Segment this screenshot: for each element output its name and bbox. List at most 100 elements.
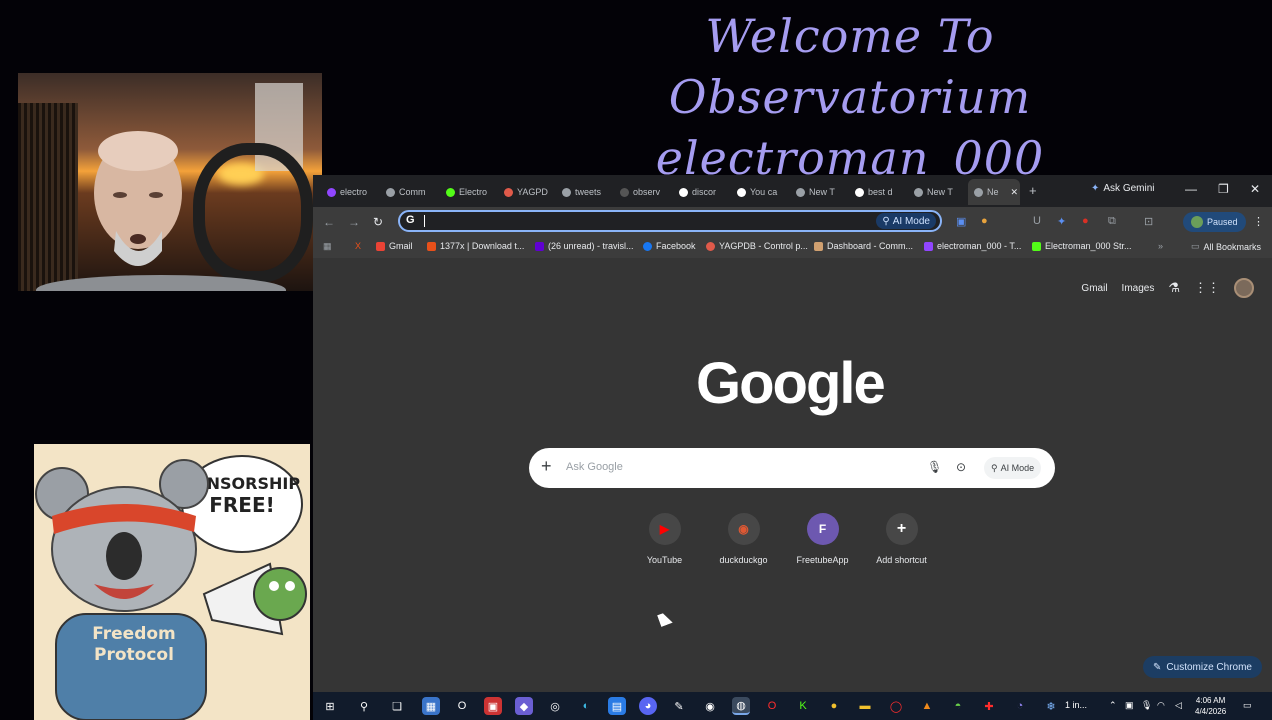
media-app-icon[interactable]: ▣ bbox=[484, 697, 502, 715]
customize-chrome-button[interactable]: ✎ Customize Chrome bbox=[1143, 656, 1262, 678]
task-view-icon[interactable]: ❏ bbox=[388, 697, 406, 715]
bookmarks-overflow-icon[interactable]: » bbox=[1158, 241, 1163, 251]
add-attachment-icon[interactable]: + bbox=[541, 456, 552, 477]
extensions-puzzle-icon[interactable]: ⧉ bbox=[1108, 215, 1116, 228]
chrome-taskbar-icon[interactable]: ◍ bbox=[732, 697, 750, 715]
bookmark-x[interactable]: X bbox=[355, 241, 361, 251]
omnibox-ai-mode-button[interactable]: ⚲ AI Mode bbox=[876, 213, 936, 229]
bookmark-yahoo-mail[interactable]: (26 unread) - travisl... bbox=[535, 241, 634, 251]
obs-icon[interactable]: ◉ bbox=[701, 697, 719, 715]
bookmark-1377x[interactable]: 1377x | Download t... bbox=[427, 241, 524, 251]
opera-alt-icon[interactable]: ◯ bbox=[887, 697, 905, 715]
extension-orange-icon[interactable]: ● bbox=[981, 215, 988, 227]
search-box[interactable]: + Ask Google 🎙 ⊙ ⚲ AI Mode bbox=[529, 448, 1055, 488]
apps-grid-icon[interactable]: ▦ bbox=[323, 241, 332, 252]
copilot-icon[interactable]: ◆ bbox=[515, 697, 533, 715]
bookmark-dashboard[interactable]: Dashboard - Comm... bbox=[814, 241, 913, 251]
opera-gx-icon[interactable]: O bbox=[453, 697, 471, 715]
address-bar[interactable]: G ⚲ AI Mode bbox=[398, 210, 942, 232]
google-lens-icon[interactable]: ⊙ bbox=[956, 460, 966, 474]
close-window-button[interactable]: ✕ bbox=[1250, 182, 1260, 196]
shortcut-add[interactable]: + Add shortcut bbox=[870, 513, 933, 565]
chrome-window: electro Comm Electro YAGPD tweets observ… bbox=[313, 175, 1272, 692]
tab-8[interactable]: New T bbox=[796, 181, 844, 203]
bookmark-twitch[interactable]: electroman_000 - T... bbox=[924, 241, 1021, 251]
dashboard-icon bbox=[814, 241, 823, 251]
tab-search-icon[interactable]: ⊡ bbox=[1144, 215, 1153, 228]
purple-app-icon[interactable]: ◔ bbox=[1011, 697, 1029, 715]
facebook-icon bbox=[643, 241, 652, 251]
tab-5[interactable]: observ bbox=[620, 181, 668, 203]
ask-gemini-button[interactable]: ✦ Ask Gemini bbox=[1091, 183, 1155, 194]
images-link[interactable]: Images bbox=[1122, 283, 1155, 294]
store-app-icon[interactable]: ▤ bbox=[608, 697, 626, 715]
minimize-button[interactable]: — bbox=[1185, 182, 1197, 196]
profile-paused-button[interactable]: Paused bbox=[1183, 212, 1246, 232]
bookmark-gmail[interactable]: Gmail bbox=[376, 241, 413, 251]
google-apps-icon[interactable]: ⋮⋮ bbox=[1194, 280, 1220, 296]
kick-taskbar-icon[interactable]: K bbox=[794, 697, 812, 715]
start-button[interactable]: ⊞ bbox=[321, 697, 339, 715]
search-ai-mode-button[interactable]: ⚲ AI Mode bbox=[984, 457, 1042, 479]
edge-icon[interactable]: ◐ bbox=[577, 697, 595, 715]
tab-active[interactable]: Ne ✕ bbox=[968, 179, 1020, 205]
bookmark-yagpdb[interactable]: YAGPDB - Control p... bbox=[706, 241, 808, 251]
back-button[interactable]: ← bbox=[323, 215, 335, 229]
gmail-link[interactable]: Gmail bbox=[1081, 283, 1107, 294]
weather-snow-icon[interactable]: ❄ bbox=[1042, 697, 1060, 715]
folder-icon: ▭ bbox=[1191, 241, 1200, 251]
tab-4[interactable]: tweets bbox=[562, 181, 610, 203]
volume-icon[interactable]: ◁ bbox=[1175, 700, 1182, 711]
green-app-icon[interactable]: ◓ bbox=[949, 697, 967, 715]
tab-3[interactable]: YAGPD bbox=[504, 181, 552, 203]
shortcut-freetubeapp[interactable]: F FreetubeApp bbox=[791, 513, 854, 565]
chrome-icon bbox=[914, 187, 923, 197]
reload-button[interactable]: ↻ bbox=[373, 215, 383, 229]
bookmark-facebook[interactable]: Facebook bbox=[643, 241, 696, 251]
translate-extension-icon[interactable]: ▣ bbox=[956, 215, 966, 228]
close-tab-icon[interactable]: ✕ bbox=[1011, 187, 1019, 198]
tab-7[interactable]: You ca bbox=[737, 181, 785, 203]
chat-app-icon[interactable]: ● bbox=[825, 697, 843, 715]
file-explorer-icon[interactable]: ▬ bbox=[856, 697, 874, 715]
chrome-menu-icon[interactable]: ⋮ bbox=[1253, 215, 1264, 228]
notepad-icon[interactable]: ✎ bbox=[670, 697, 688, 715]
steam-icon[interactable]: ◎ bbox=[546, 697, 564, 715]
shortcut-duckduckgo[interactable]: ◉ duckduckgo bbox=[712, 513, 775, 565]
tab-2[interactable]: Electro bbox=[446, 181, 494, 203]
extension-red-icon[interactable]: ● bbox=[1082, 215, 1089, 227]
toolbar: ← → ↻ G ⚲ AI Mode ▣ ● U ✦ ● ⧉ ⊡ Paused ⋮ bbox=[313, 207, 1272, 237]
tab-9[interactable]: best d bbox=[855, 181, 903, 203]
tab-6[interactable]: discor bbox=[679, 181, 727, 203]
opera-icon[interactable]: O bbox=[763, 697, 781, 715]
google-icon bbox=[737, 187, 746, 197]
tab-0[interactable]: electro bbox=[327, 181, 375, 203]
restore-button[interactable]: ❐ bbox=[1218, 182, 1229, 196]
windows-taskbar: ⊞ ⚲ ❏ ▦ O ▣ ◆ ◎ ◐ ▤ ◕ ✎ ◉ ◍ O K ● ▬ ◯ ▲ … bbox=[313, 692, 1272, 720]
discord-icon[interactable]: ◕ bbox=[639, 697, 657, 715]
labs-flask-icon[interactable]: ⚗ bbox=[1168, 280, 1180, 296]
bookmark-kick[interactable]: Electroman_000 Str... bbox=[1032, 241, 1132, 251]
new-tab-button[interactable]: + bbox=[1029, 183, 1037, 198]
forward-button[interactable]: → bbox=[348, 215, 360, 229]
add-shortcut-icon: + bbox=[885, 513, 918, 545]
extension-blue-icon[interactable]: ✦ bbox=[1057, 215, 1066, 228]
wifi-icon[interactable]: ◠ bbox=[1157, 700, 1165, 711]
search-icon[interactable]: ⚲ bbox=[355, 697, 373, 715]
vlc-icon[interactable]: ▲ bbox=[918, 697, 936, 715]
red-app-icon[interactable]: ✚ bbox=[980, 697, 998, 715]
notifications-icon[interactable]: ▭ bbox=[1243, 700, 1252, 711]
extension-u-icon[interactable]: U bbox=[1033, 215, 1041, 227]
tab-1[interactable]: Comm bbox=[386, 181, 434, 203]
all-bookmarks-button[interactable]: ▭ All Bookmarks bbox=[1191, 241, 1261, 252]
microphone-icon[interactable]: 🎙 bbox=[1141, 700, 1152, 711]
calendar-app-icon[interactable]: ▦ bbox=[422, 697, 440, 715]
voice-search-icon[interactable]: 🎙 bbox=[927, 460, 942, 474]
system-clock[interactable]: 4:06 AM 4/4/2026 bbox=[1195, 695, 1226, 717]
shortcut-youtube[interactable]: ▶ YouTube bbox=[633, 513, 696, 565]
show-hidden-icons-chevron-icon[interactable]: ⌃ bbox=[1109, 700, 1117, 711]
tray-device-icon[interactable]: ▣ bbox=[1125, 700, 1134, 711]
tray-weather-label[interactable]: 1 in... bbox=[1065, 700, 1087, 710]
tab-10[interactable]: New T bbox=[914, 181, 962, 203]
account-avatar[interactable] bbox=[1234, 278, 1254, 298]
